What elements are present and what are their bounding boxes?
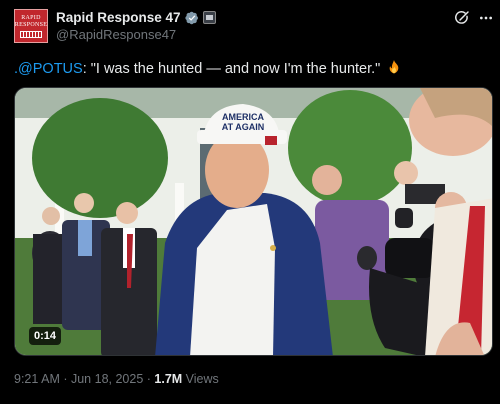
- author-handle[interactable]: @RapidResponse47: [56, 27, 176, 42]
- tweet-time[interactable]: 9:21 AM: [14, 372, 60, 386]
- tweet-text: .@POTUS: "I was the hunted — and now I'm…: [14, 59, 402, 77]
- hat-text-line1: AMERICA: [222, 112, 264, 122]
- avatar-text-line2: RESPONSE: [14, 21, 48, 28]
- author-display-name[interactable]: Rapid Response 47: [56, 10, 181, 25]
- more-icon[interactable]: [478, 10, 494, 26]
- views-count: 1.7M: [154, 372, 183, 386]
- fire-emoji-icon: [390, 60, 399, 74]
- tweet-mention-link[interactable]: .@POTUS: [14, 61, 83, 77]
- video-frame: AMERICA AT AGAIN: [15, 88, 492, 355]
- avatar-text-line1: RAPID: [21, 14, 41, 21]
- avatar-building-graphic: [20, 30, 42, 38]
- views-label: Views: [182, 372, 219, 386]
- tweet-metadata: 9:21 AM · Jun 18, 2025 · 1.7M Views: [14, 372, 219, 386]
- tweet-quote: : "I was the hunted — and now I'm the hu…: [82, 61, 381, 77]
- hat-text-line2: AT AGAIN: [222, 122, 265, 132]
- avatar[interactable]: RAPID RESPONSE: [14, 9, 48, 43]
- grok-icon[interactable]: [454, 10, 470, 26]
- video-duration-badge: 0:14: [29, 327, 62, 345]
- tweet-date[interactable]: Jun 18, 2025: [71, 372, 143, 386]
- affiliate-badge-icon[interactable]: [202, 11, 216, 24]
- video-player[interactable]: AMERICA AT AGAIN 0:14: [14, 87, 493, 356]
- meta-separator: ·: [143, 372, 155, 386]
- verified-badge-icon[interactable]: [184, 11, 199, 25]
- meta-separator: ·: [59, 372, 71, 386]
- author-name-row: Rapid Response 47: [56, 10, 216, 25]
